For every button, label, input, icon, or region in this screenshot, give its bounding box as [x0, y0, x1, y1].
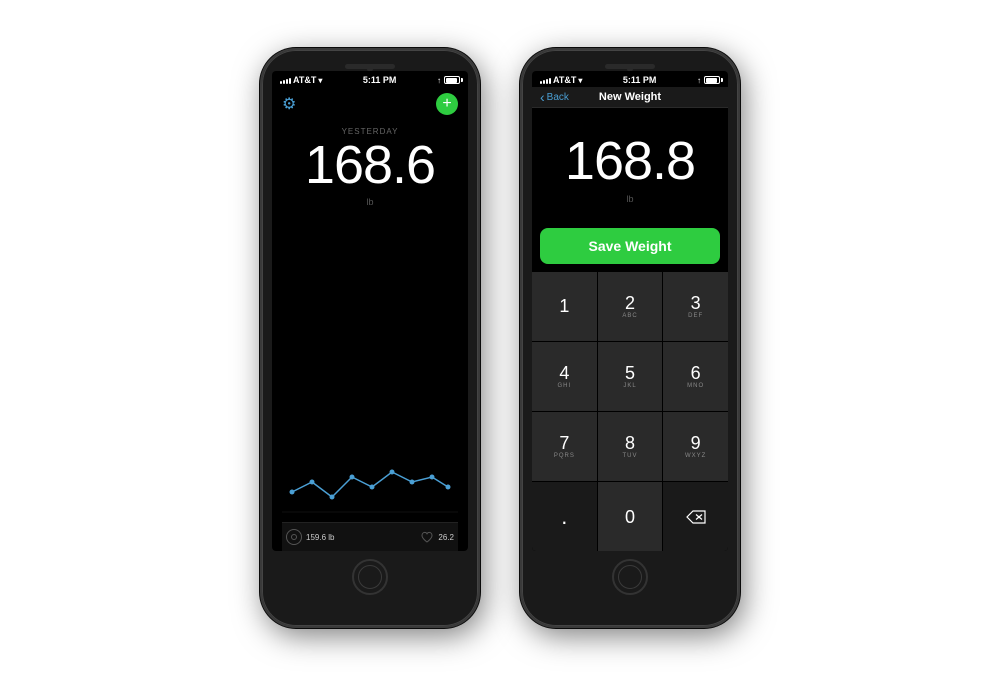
status-right-2: ↑ — [697, 76, 720, 85]
wifi-icon-2: ▾ — [578, 76, 582, 85]
key-3[interactable]: 3 DEF — [663, 272, 728, 341]
save-weight-button[interactable]: Save Weight — [540, 228, 720, 264]
add-entry-button[interactable]: + — [436, 93, 458, 115]
numeric-keypad: 1 2 ABC 3 DEF 4 GHI 5 JKL 6 MNO — [532, 272, 728, 551]
weight-display-area: 168.8 lb — [532, 108, 728, 228]
weight-display-phone2: 168.8 — [565, 132, 695, 191]
phone1-app-content: ⚙ + YESTERDAY 168.6 lb — [272, 87, 468, 551]
carrier-label: AT&T — [293, 75, 316, 85]
weight-display-phone1: 168.6 — [282, 136, 458, 195]
phone1-screen: AT&T ▾ 5:11 PM ↑ ⚙ + YESTERDAY 168.6 lb — [272, 71, 468, 551]
key-4[interactable]: 4 GHI — [532, 342, 597, 411]
navigation-bar: ‹ Back New Weight — [532, 87, 728, 108]
home-button-ring — [358, 565, 382, 589]
key-6[interactable]: 6 MNO — [663, 342, 728, 411]
home-button-phone1[interactable] — [352, 559, 388, 595]
back-chevron-icon: ‹ — [540, 89, 545, 105]
key-2[interactable]: 2 ABC — [598, 272, 663, 341]
settings-icon[interactable]: ⚙ — [282, 94, 296, 114]
wifi-icon: ▾ — [318, 76, 322, 85]
key-0[interactable]: 0 — [598, 482, 663, 551]
home-button-ring-2 — [618, 565, 642, 589]
weight-stat-value: 159.6 lb — [306, 533, 334, 542]
weight-stat: 159.6 lb — [286, 529, 334, 545]
phone-1: AT&T ▾ 5:11 PM ↑ ⚙ + YESTERDAY 168.6 lb — [260, 48, 480, 628]
time-display-phone2: 5:11 PM — [623, 75, 657, 85]
time-display-phone1: 5:11 PM — [363, 75, 397, 85]
key-9[interactable]: 9 WXYZ — [663, 412, 728, 481]
carrier-label-2: AT&T — [553, 75, 576, 85]
delete-icon — [686, 510, 706, 524]
signal-bars — [280, 76, 291, 84]
target-icon — [286, 529, 302, 545]
weight-chart — [282, 215, 458, 522]
battery-icon-2 — [704, 76, 720, 84]
home-button-phone2[interactable] — [612, 559, 648, 595]
bmi-stat: 26.2 — [420, 530, 454, 544]
phone2-screen: AT&T ▾ 5:11 PM ↑ ‹ Back New Weight 168.8… — [532, 71, 728, 551]
battery-icon — [444, 76, 460, 84]
nav-title: New Weight — [599, 91, 661, 103]
status-left: AT&T ▾ — [280, 75, 322, 85]
back-button[interactable]: ‹ Back — [540, 89, 569, 105]
top-bar: ⚙ + — [282, 93, 458, 115]
health-icon — [420, 530, 434, 544]
arrow-icon-2: ↑ — [697, 76, 701, 85]
key-8[interactable]: 8 TUV — [598, 412, 663, 481]
key-1[interactable]: 1 — [532, 272, 597, 341]
key-delete[interactable] — [663, 482, 728, 551]
unit-label-phone1: lb — [282, 197, 458, 207]
unit-label-phone2: lb — [626, 194, 633, 204]
status-bar-phone2: AT&T ▾ 5:11 PM ↑ — [532, 71, 728, 87]
phone-2: AT&T ▾ 5:11 PM ↑ ‹ Back New Weight 168.8… — [520, 48, 740, 628]
key-dot[interactable]: . — [532, 482, 597, 551]
status-bar-phone1: AT&T ▾ 5:11 PM ↑ — [272, 71, 468, 87]
key-5[interactable]: 5 JKL — [598, 342, 663, 411]
arrow-icon: ↑ — [437, 76, 441, 85]
bottom-stats-bar: 159.6 lb 26.2 — [282, 522, 458, 551]
back-label: Back — [547, 92, 569, 103]
status-right: ↑ — [437, 76, 460, 85]
status-left-2: AT&T ▾ — [540, 75, 582, 85]
bmi-stat-value: 26.2 — [438, 533, 454, 542]
key-7[interactable]: 7 PQRS — [532, 412, 597, 481]
signal-bars-2 — [540, 76, 551, 84]
